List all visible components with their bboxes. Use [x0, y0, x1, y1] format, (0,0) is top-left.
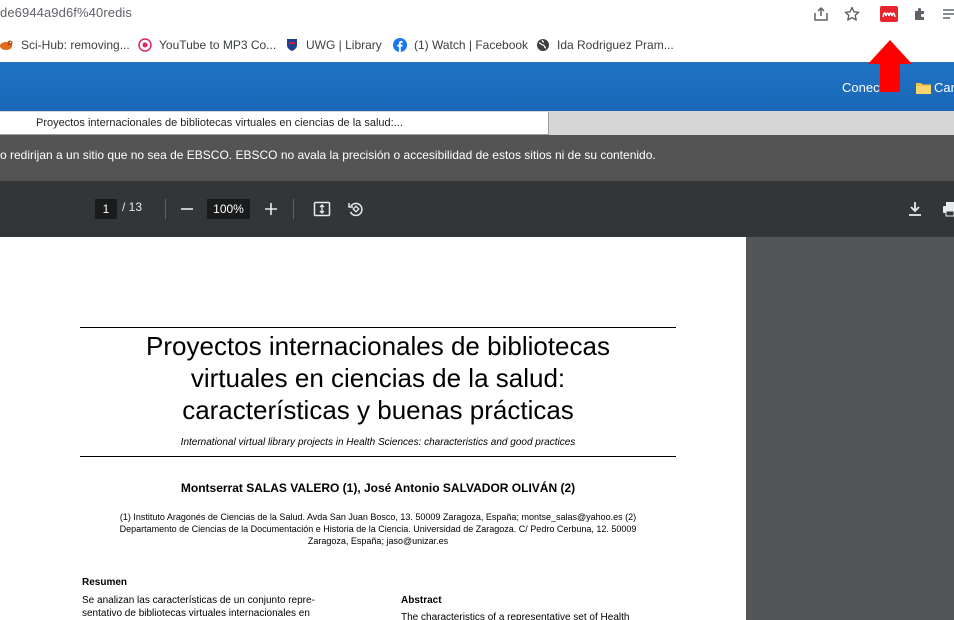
paper-subtitle: International virtual library projects i… — [180, 437, 576, 448]
download-icon — [909, 202, 921, 216]
download-button[interactable] — [903, 197, 927, 221]
fit-page-icon — [313, 201, 331, 217]
resumen-line: Se analizan las características de un co… — [82, 595, 315, 606]
ebsco-header: Conectar Car — [0, 62, 954, 111]
fit-to-page-button[interactable] — [310, 197, 334, 221]
resumen-heading: Resumen — [82, 577, 128, 588]
paper-title-line: características y buenas prácticas — [182, 395, 574, 425]
title-top-rule — [80, 327, 676, 328]
folder-link[interactable]: Car — [934, 80, 954, 95]
bookmark-sci-hub[interactable]: Sci-Hub: removing... — [0, 36, 130, 54]
affiliation-line: Departamento de Ciencias de la Documenta… — [119, 524, 637, 534]
resumen-line: sentativo de bibliotecas virtuales inter… — [82, 608, 310, 619]
rotate-icon — [348, 202, 363, 217]
page-total: / 13 — [122, 200, 143, 214]
shield-crest-icon — [285, 38, 299, 52]
reading-list-icon[interactable] — [940, 5, 954, 23]
pdf-viewport[interactable]: Proyectos internacionales de bibliotecas… — [0, 237, 954, 620]
zoom-level-input[interactable]: 100% — [207, 199, 250, 219]
raven-icon — [0, 38, 14, 52]
bookmark-label: YouTube to MP3 Co... — [159, 38, 277, 52]
url-text[interactable]: de6944a9d6f%40redis — [0, 5, 132, 20]
paper-title-line: Proyectos internacionales de bibliotecas — [146, 331, 610, 361]
toolbar-divider — [293, 199, 294, 219]
bookmark-label: UWG | Library — [306, 38, 382, 52]
minus-icon — [181, 208, 193, 210]
paper-title-line: virtuales en ciencias de la salud: — [190, 363, 566, 393]
zoom-out-button[interactable] — [175, 197, 199, 221]
bookmark-youtube-mp3[interactable]: YouTube to MP3 Co... — [138, 36, 276, 54]
disclaimer-bar: o redirijan a un sitio que no sea de EBS… — [0, 135, 954, 181]
affiliation-line: Zaragoza, España; jaso@unizar.es — [307, 536, 449, 546]
facebook-icon — [393, 38, 407, 52]
bookmark-label: Ida Rodriguez Pram... — [557, 38, 674, 52]
toolbar-divider — [165, 199, 166, 219]
page-number-input[interactable]: 1 — [95, 199, 117, 219]
disclaimer-text: o redirijan a un sitio que no sea de EBS… — [0, 148, 656, 162]
document-tab-strip: Proyectos internacionales de bibliotecas… — [0, 111, 954, 135]
bookmark-facebook-watch[interactable]: (1) Watch | Facebook — [393, 36, 528, 54]
target-icon — [138, 38, 152, 52]
title-bottom-rule — [80, 456, 676, 457]
bookmark-star-icon[interactable] — [843, 5, 861, 23]
share-icon[interactable] — [812, 5, 830, 23]
zoom-in-button[interactable] — [259, 197, 283, 221]
folder-icon[interactable] — [916, 81, 931, 99]
pdf-page: Proyectos internacionales de bibliotecas… — [0, 237, 746, 620]
abstract-line: The characteristics of a representative … — [401, 612, 630, 620]
paper-affiliation: (1) Instituto Aragonés de Ciencias de la… — [84, 511, 672, 547]
mendeley-extension-icon[interactable] — [880, 5, 898, 23]
extensions-puzzle-icon[interactable] — [911, 5, 929, 23]
print-icon — [943, 202, 954, 217]
rotate-button[interactable] — [344, 197, 368, 221]
bookmarks-bar: Sci-Hub: removing... YouTube to MP3 Co..… — [0, 28, 954, 62]
globe-icon — [536, 38, 550, 52]
document-tab-label: Proyectos internacionales de bibliotecas… — [36, 117, 403, 129]
bookmark-label: Sci-Hub: removing... — [21, 38, 130, 52]
resumen-body: Se analizan las características de un co… — [82, 594, 356, 620]
red-arrow-annotation — [868, 40, 912, 92]
document-tab[interactable]: Proyectos internacionales de bibliotecas… — [0, 112, 549, 135]
abstract-body: The characteristics of a representative … — [401, 611, 675, 620]
paper-authors: Montserrat SALAS VALERO (1), José Antoni… — [180, 481, 576, 495]
print-button[interactable] — [938, 197, 954, 221]
paper-title: Proyectos internacionales de bibliotecas… — [80, 330, 676, 426]
bookmark-label: (1) Watch | Facebook — [414, 38, 529, 52]
affiliation-line: (1) Instituto Aragonés de Ciencias de la… — [119, 512, 637, 522]
pdf-toolbar: 1 / 13 100% — [0, 181, 954, 237]
plus-icon — [265, 203, 277, 215]
abstract-heading: Abstract — [401, 595, 442, 606]
address-bar[interactable]: de6944a9d6f%40redis — [0, 0, 954, 28]
bookmark-uwg-library[interactable]: UWG | Library — [285, 36, 382, 54]
bookmark-ida-rodriguez[interactable]: Ida Rodriguez Pram... — [536, 36, 674, 54]
